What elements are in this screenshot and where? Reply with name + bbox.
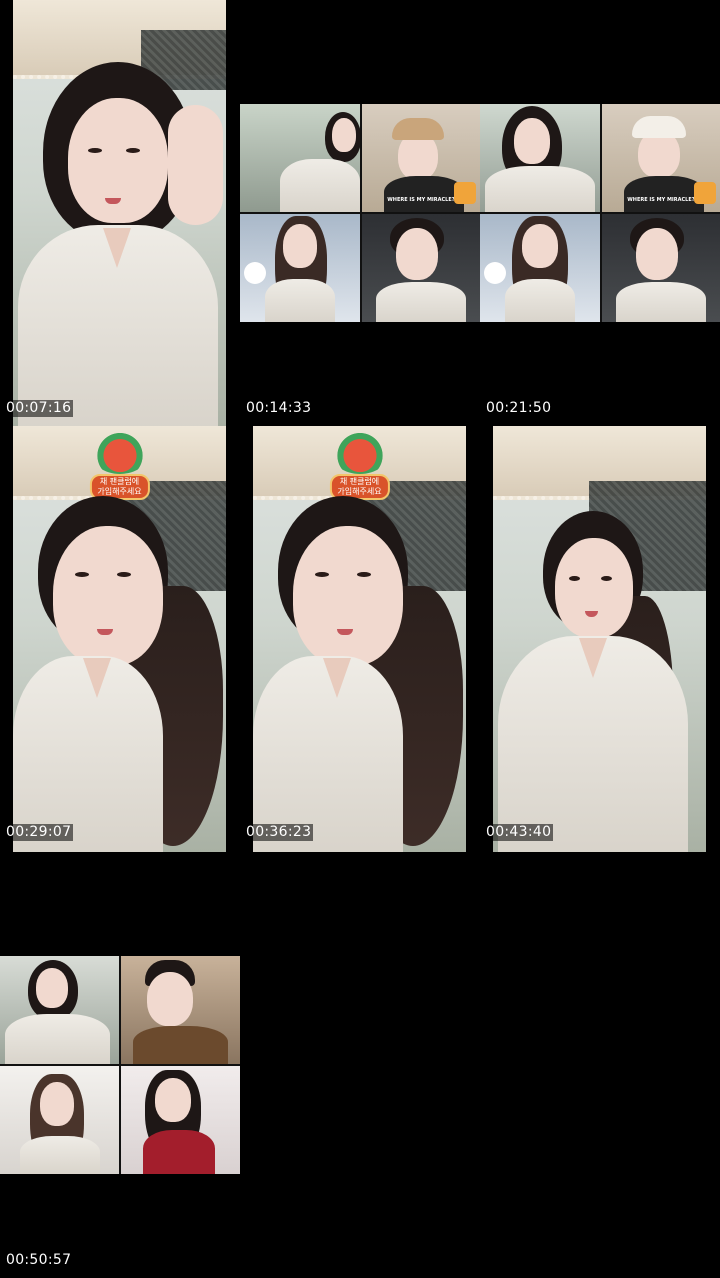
participant-man-cap: WHERE IS MY MIRACLE? bbox=[602, 104, 720, 212]
panda-sticker bbox=[484, 262, 506, 284]
face bbox=[53, 526, 163, 666]
participant-woman bbox=[480, 104, 600, 212]
neckline bbox=[579, 638, 607, 678]
right-eye bbox=[117, 572, 131, 577]
video-frame: WHERE IS MY MIRACLE? bbox=[480, 104, 720, 322]
participant-man-cap: WHERE IS MY MIRACLE? bbox=[362, 104, 480, 212]
neckline bbox=[103, 228, 131, 268]
thumbnail-7[interactable]: 00:50:57 bbox=[0, 852, 240, 1278]
thumbnail-5[interactable]: 채 팬클럽에 가입해주세요 00:36:23 bbox=[240, 426, 480, 852]
left-eye bbox=[75, 572, 89, 577]
video-frame bbox=[13, 0, 226, 426]
participant-woman-2 bbox=[240, 214, 360, 322]
thumbnail-3[interactable]: WHERE IS MY MIRACLE? 00:21:50 bbox=[480, 0, 720, 426]
face bbox=[293, 526, 403, 666]
participant-woman bbox=[240, 104, 360, 212]
mascot-icon bbox=[89, 428, 150, 474]
mascot-icon bbox=[329, 428, 390, 474]
video-frame bbox=[0, 956, 240, 1174]
thumbnail-1[interactable]: 00:07:16 bbox=[0, 0, 240, 426]
participant-woman-3 bbox=[121, 1066, 240, 1174]
left-eye bbox=[569, 576, 580, 581]
participant-woman-2 bbox=[480, 214, 600, 322]
timestamp: 00:07:16 bbox=[4, 400, 74, 417]
sticker bbox=[454, 182, 476, 204]
right-eye bbox=[601, 576, 612, 581]
right-eye bbox=[126, 148, 140, 153]
participant-woman bbox=[0, 956, 119, 1064]
thumbnail-6[interactable]: 00:43:40 bbox=[480, 426, 720, 852]
video-frame: WHERE IS MY MIRACLE? bbox=[240, 104, 480, 322]
participant-man bbox=[362, 214, 480, 322]
participant-woman-2 bbox=[0, 1066, 119, 1174]
left-eye bbox=[88, 148, 102, 153]
participant-man-glasses bbox=[121, 956, 240, 1064]
timestamp: 00:14:33 bbox=[244, 400, 314, 417]
video-frame: 채 팬클럽에 가입해주세요 bbox=[253, 426, 466, 852]
video-frame bbox=[493, 426, 706, 852]
hand bbox=[168, 105, 223, 225]
panda-sticker bbox=[244, 262, 266, 284]
left-eye bbox=[315, 572, 329, 577]
neckline bbox=[323, 658, 351, 698]
neckline bbox=[83, 658, 111, 698]
face bbox=[555, 538, 633, 638]
timestamp: 00:43:40 bbox=[484, 824, 554, 841]
timestamp: 00:21:50 bbox=[484, 400, 554, 417]
timestamp: 00:36:23 bbox=[244, 824, 314, 841]
participant-man bbox=[602, 214, 720, 322]
timestamp: 00:50:57 bbox=[4, 1252, 74, 1269]
sticker bbox=[694, 182, 716, 204]
thumbnail-2[interactable]: WHERE IS MY MIRACLE? 00:14:33 bbox=[240, 0, 480, 426]
timestamp: 00:29:07 bbox=[4, 824, 74, 841]
face bbox=[68, 98, 168, 223]
right-eye bbox=[357, 572, 371, 577]
thumbnail-4[interactable]: 채 팬클럽에 가입해주세요 00:29:07 bbox=[0, 426, 240, 852]
video-frame: 채 팬클럽에 가입해주세요 bbox=[13, 426, 226, 852]
